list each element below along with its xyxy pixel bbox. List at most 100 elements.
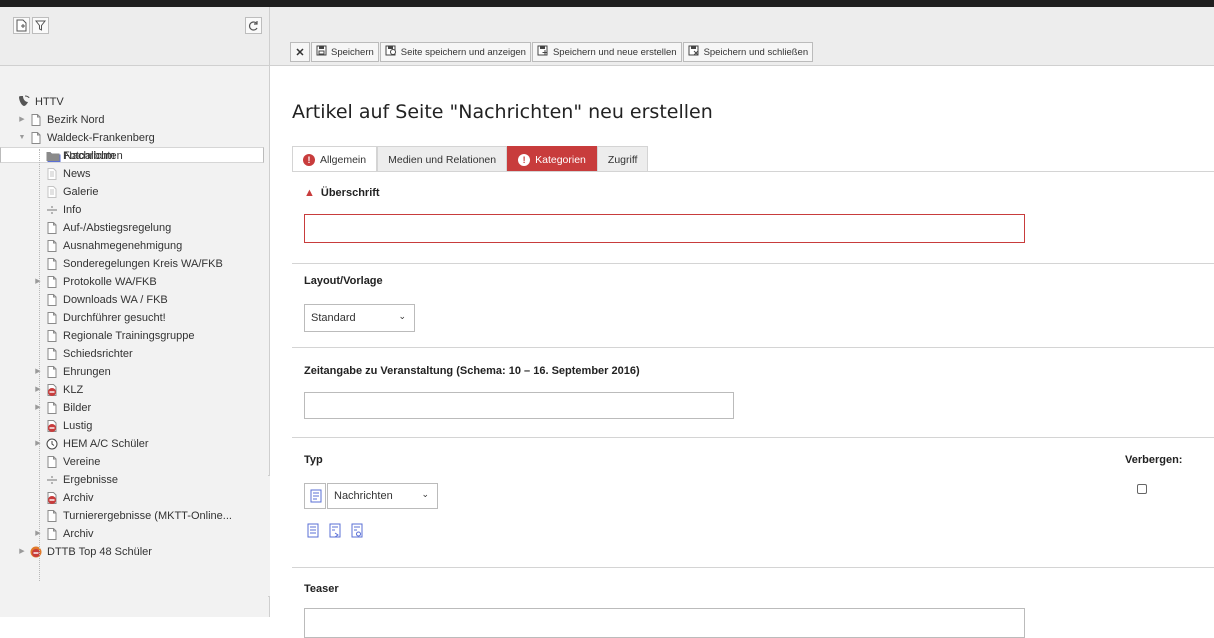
page-icon — [46, 330, 58, 342]
save-close-button[interactable]: Speichern und schließen — [682, 42, 814, 62]
tree-item[interactable]: ▶ Ehrungen — [0, 363, 269, 381]
collapse-caret-icon[interactable]: ▶ — [34, 273, 42, 291]
tree-item-label: Bezirk Nord — [47, 114, 105, 126]
tree-item[interactable]: Ausnahmegenehmigung — [0, 237, 269, 255]
internal-link-icon[interactable] — [328, 523, 342, 538]
hidden-label: Verbergen: — [1125, 454, 1183, 466]
tree-item[interactable]: Lustig — [0, 417, 269, 435]
collapse-caret-icon[interactable]: ▶ — [34, 435, 42, 453]
tree-root[interactable]: HTTV — [0, 93, 269, 111]
close-button[interactable]: ✕ — [290, 42, 310, 62]
typo3-logo-icon — [18, 95, 30, 107]
collapse-caret-icon[interactable]: ▶ — [34, 525, 42, 543]
tree-item[interactable]: Turnierergebnisse (MKTT-Online... — [0, 507, 269, 525]
tree-item[interactable]: News — [0, 165, 269, 183]
folder-icon — [46, 150, 60, 162]
external-link-icon[interactable] — [350, 523, 364, 538]
tree-item[interactable]: Sonderegelungen Kreis WA/FKB — [0, 255, 269, 273]
divider — [292, 347, 1214, 348]
divider — [292, 263, 1214, 264]
refresh-icon[interactable] — [245, 17, 262, 34]
tab-zugriff[interactable]: Zugriff — [596, 146, 649, 172]
save-view-button-label: Seite speichern und anzeigen — [400, 46, 526, 58]
save-icon — [316, 45, 327, 59]
chevron-down-icon: ⌄ — [421, 489, 429, 499]
expand-caret-icon[interactable]: ▼ — [18, 129, 26, 147]
tree-item-label: Ausnahmegenehmigung — [63, 240, 183, 252]
tree-item[interactable]: Downloads WA / FKB — [0, 291, 269, 309]
tree-guide-line — [39, 149, 40, 581]
type-icon-box — [304, 483, 326, 509]
shortcut-icon — [30, 546, 42, 558]
page-title: Artikel auf Seite "Nachrichten" neu erst… — [292, 101, 713, 123]
news-icon[interactable] — [306, 523, 320, 538]
spacer-icon — [46, 204, 58, 216]
type-select[interactable]: Nachrichten ⌄ — [327, 483, 438, 509]
layout-select[interactable]: Standard ⌄ — [304, 304, 415, 332]
tree-item[interactable]: ▶ Archiv — [0, 525, 269, 543]
tree-item[interactable]: Auf-/Abstiegsregelung — [0, 219, 269, 237]
tree-item-label: Regionale Trainingsgruppe — [63, 330, 195, 342]
tree-item[interactable]: Vereine — [0, 453, 269, 471]
teaser-textarea[interactable] — [304, 608, 1025, 638]
collapse-caret-icon[interactable]: ▶ — [34, 381, 42, 399]
collapse-caret-icon[interactable]: ▶ — [18, 111, 26, 129]
tree-item-label: Bilder — [63, 402, 92, 414]
tree-item[interactable]: ▶ Bilder — [0, 399, 269, 417]
tab-medien-und-relationen[interactable]: Medien und Relationen — [377, 146, 508, 172]
tree-item[interactable]: Galerie — [0, 183, 269, 201]
save-view-button[interactable]: Seite speichern und anzeigen — [379, 42, 531, 62]
tree-item-label: Info — [63, 204, 82, 216]
tree-item-label: Ergebnisse — [63, 474, 119, 486]
tree-item-label: Auf-/Abstiegsregelung — [63, 222, 172, 234]
spacer-icon — [46, 474, 58, 486]
restricted-page-icon — [46, 492, 58, 504]
page-icon — [30, 132, 42, 144]
page-icon — [46, 294, 58, 306]
collapse-caret-icon[interactable]: ▶ — [34, 363, 42, 381]
tree-item[interactable]: Schiedsrichter — [0, 345, 269, 363]
tree-item[interactable]: ▶ Bezirk Nord — [0, 111, 269, 129]
tree-item[interactable]: ▶ KLZ — [0, 381, 269, 399]
tree-toolbar — [0, 7, 269, 66]
tree-item[interactable]: Ergebnisse — [0, 471, 269, 489]
type-label: Typ — [304, 454, 323, 466]
headline-input[interactable] — [304, 214, 1025, 243]
save-button[interactable]: Speichern — [311, 42, 379, 62]
page-icon — [46, 456, 58, 468]
tree-item-label: KLZ — [63, 384, 84, 396]
page-icon — [46, 186, 58, 198]
event-date-input[interactable] — [304, 392, 734, 419]
page-icon — [46, 366, 58, 378]
tree-item-label: Schiedsrichter — [63, 348, 133, 360]
tree-item[interactable]: Durchführer gesucht! — [0, 309, 269, 327]
tree-item[interactable]: ▶ DTTB Top 48 Schüler — [0, 543, 269, 561]
tree-item[interactable]: Regionale Trainingsgruppe — [0, 327, 269, 345]
tree-item[interactable]: ▶ Protokolle WA/FKB — [0, 273, 269, 291]
new-page-icon[interactable] — [13, 17, 30, 34]
tab-label: Allgemein — [320, 153, 367, 166]
tree-root-label: HTTV — [35, 96, 64, 108]
hidden-checkbox[interactable] — [1137, 484, 1147, 494]
tree-item[interactable]: Archiv — [0, 489, 269, 507]
tree-item[interactable]: ▼ Waldeck-Frankenberg — [0, 129, 269, 147]
restricted-page-icon — [46, 384, 58, 396]
save-new-button[interactable]: Speichern und neue erstellen — [531, 42, 682, 62]
timed-page-icon — [46, 438, 58, 450]
filter-icon[interactable] — [32, 17, 49, 34]
type-options — [306, 523, 364, 538]
tree-item[interactable]: Fotoalbum — [0, 147, 269, 165]
page-icon — [30, 114, 42, 126]
tab-underline — [292, 171, 1214, 172]
tree-item[interactable]: ▶ HEM A/C Schüler — [0, 435, 269, 453]
collapse-caret-icon[interactable]: ▶ — [34, 399, 42, 417]
save-button-label: Speichern — [331, 46, 374, 58]
tree-item-label: Vereine — [63, 456, 101, 468]
tab-kategorien[interactable]: ! Kategorien — [507, 146, 597, 172]
page-icon — [46, 168, 58, 180]
collapse-caret-icon[interactable]: ▶ — [18, 543, 26, 561]
page-tree: HTTV ▶ Bezirk Nord ▼ Waldeck-Frankenberg Nac… — [0, 93, 269, 581]
tab-allgemein[interactable]: ! Allgemein — [292, 146, 378, 172]
headline-label: ▲ Überschrift — [304, 187, 380, 199]
tree-item[interactable]: Info — [0, 201, 269, 219]
